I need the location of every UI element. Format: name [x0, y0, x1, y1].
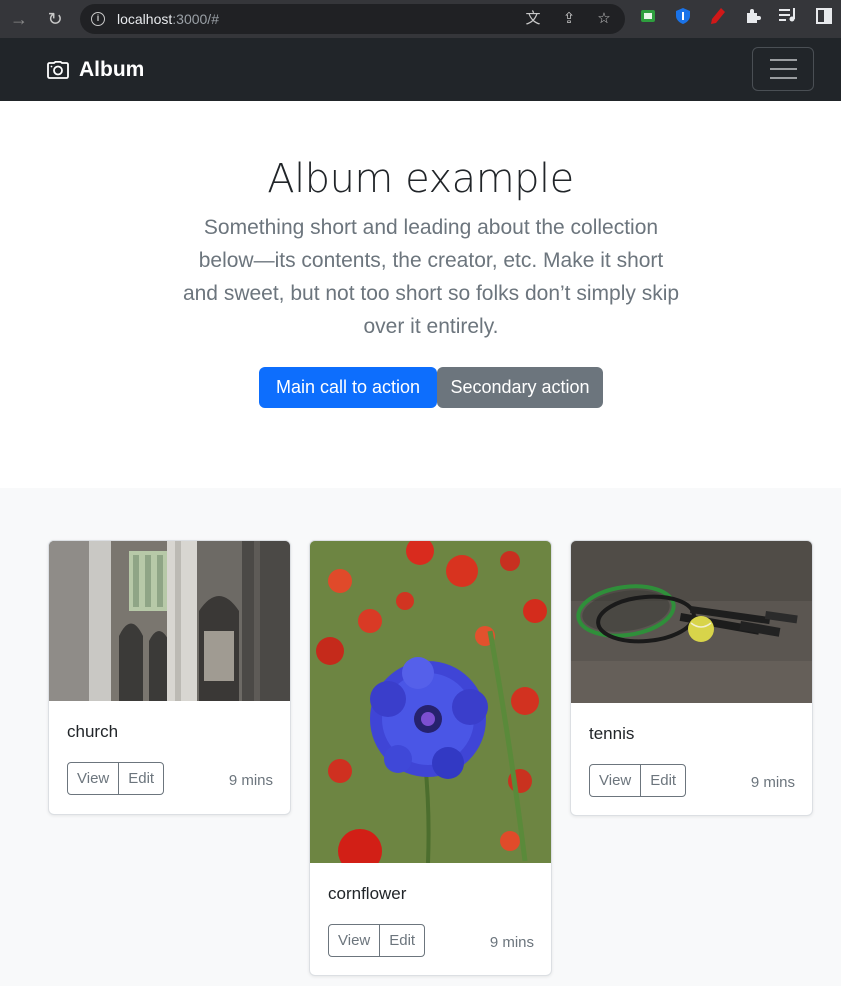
reload-icon[interactable]: ↻: [43, 7, 67, 31]
card-title: cornflower: [328, 884, 407, 903]
url-host: localhost: [117, 11, 173, 27]
browser-toolbar: → ↻ i localhost:3000/# 文 ⇪ ☆: [0, 0, 841, 38]
puzzle-extensions-icon[interactable]: [743, 8, 763, 28]
red-pen-extension-icon[interactable]: [708, 8, 728, 28]
card-button-group: View Edit: [589, 764, 687, 797]
extension-green-icon[interactable]: [638, 8, 658, 28]
info-icon[interactable]: i: [91, 12, 105, 26]
hamburger-line: [770, 77, 797, 79]
card-button-group: View Edit: [328, 924, 426, 957]
main-call-to-action-button[interactable]: Main call to action: [259, 367, 437, 408]
card-time: 9 mins: [750, 774, 795, 791]
translate-icon[interactable]: 文: [523, 9, 543, 29]
brand-link[interactable]: Album: [47, 58, 144, 82]
tennis-image: [571, 541, 812, 703]
url-path: :3000/#: [172, 11, 219, 27]
church-image: [49, 541, 290, 701]
album-section: church View Edit 9 mins cornflower View …: [0, 488, 841, 986]
navbar: Album: [0, 38, 841, 101]
secondary-action-button[interactable]: Secondary action: [437, 367, 603, 408]
view-button[interactable]: View: [67, 762, 120, 795]
address-bar[interactable]: i localhost:3000/# 文 ⇪ ☆: [80, 4, 625, 34]
edit-button[interactable]: Edit: [640, 764, 687, 797]
edit-button[interactable]: Edit: [379, 924, 426, 957]
media-playlist-icon[interactable]: [778, 8, 798, 28]
view-button[interactable]: View: [328, 924, 381, 957]
album-card-tennis: tennis View Edit 9 mins: [570, 540, 813, 816]
hero-title: Album example: [267, 156, 574, 202]
album-card-church: church View Edit 9 mins: [48, 540, 291, 815]
shield-extension-icon[interactable]: [673, 8, 693, 28]
cornflower-image: [310, 541, 551, 863]
edit-button[interactable]: Edit: [118, 762, 165, 795]
side-panel-icon[interactable]: [814, 8, 834, 28]
bookmark-star-icon[interactable]: ☆: [594, 9, 614, 29]
hero-lead: Something short and leading about the co…: [182, 216, 680, 338]
card-title: tennis: [589, 724, 635, 743]
share-icon[interactable]: ⇪: [559, 9, 579, 29]
brand-name: Album: [79, 58, 145, 81]
hamburger-icon: [770, 59, 797, 61]
card-time: 9 mins: [228, 772, 273, 789]
url-text[interactable]: localhost:3000/#: [117, 11, 219, 27]
card-button-group: View Edit: [67, 762, 165, 795]
hero-section: Album example Something short and leadin…: [0, 101, 841, 488]
card-time: 9 mins: [489, 934, 534, 951]
navbar-toggler-button[interactable]: [752, 47, 814, 91]
hamburger-line: [770, 68, 797, 70]
album-card-cornflower: cornflower View Edit 9 mins: [309, 540, 552, 976]
camera-icon: [47, 61, 69, 79]
card-title: church: [67, 722, 119, 741]
view-button[interactable]: View: [589, 764, 642, 797]
forward-arrow-icon[interactable]: →: [7, 7, 31, 31]
